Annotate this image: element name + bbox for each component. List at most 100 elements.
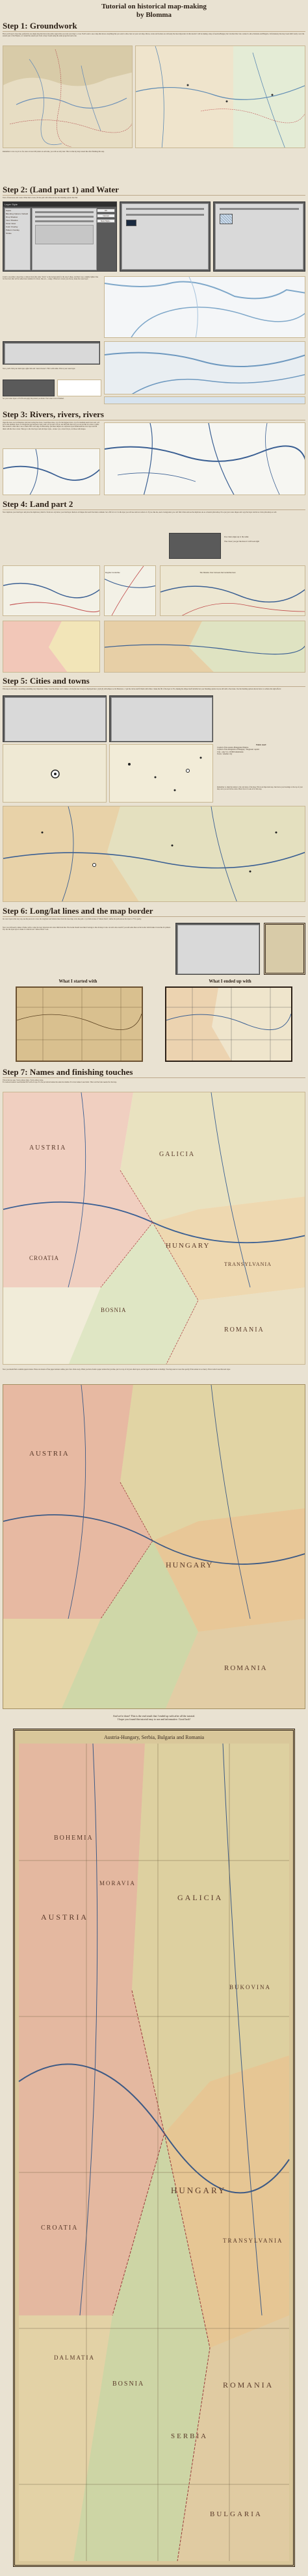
step-4-map-e (104, 621, 305, 673)
textured-map: AUSTRIA HUNGARY ROMANIA (3, 1384, 305, 1709)
step-2-water-map-2 (104, 341, 305, 394)
textured-label-austria: AUSTRIA (29, 1450, 70, 1458)
step-3-river-detail (3, 448, 100, 495)
step-2-finished-water (104, 396, 305, 404)
step-1-section: Step 1: Groundwork First you'll need a b… (3, 21, 305, 37)
step-1-text-2: Remember to not crop it too far, leave a… (3, 151, 105, 153)
step-7-heading: Step 7: Names and finishing touches (3, 1067, 305, 1078)
final-label-bosnia: BOSNIA (112, 2380, 145, 2388)
step-2-text-2: I tend to use either a deep blue or almo… (3, 276, 99, 281)
layers-panel-3 (169, 533, 221, 559)
dialog-title: Layer Style (3, 202, 116, 207)
final-label-bohemia: BOHEMIA (54, 1835, 94, 1842)
cancel-button[interactable]: Cancel (97, 214, 115, 218)
layer-style-dialog-6 (175, 923, 260, 975)
layer-style-dialog-5 (109, 695, 213, 742)
final-label-transylvania: TRANSYLVANIA (223, 2237, 283, 2244)
step-1-heading: Step 1: Groundwork (3, 21, 305, 32)
step-2-text-4: Set your water layer to 0% fill and appl… (3, 398, 64, 400)
dialog-6-panel (177, 925, 259, 974)
layers-panel-1 (3, 341, 100, 365)
label-galicia: GALICIA (159, 1151, 196, 1158)
label-austria: AUSTRIA (29, 1144, 67, 1152)
step-2-heading: Step 2: (Land part 1) and Water (3, 185, 305, 196)
final-label-bulgaria: BULGARIA (210, 2510, 263, 2518)
step-6-text: In a new layer at the very top, use the … (3, 918, 142, 920)
layer-style-dialog-3 (213, 201, 305, 272)
layers-panel-2 (3, 380, 55, 396)
final-label-romania: ROMANIA (223, 2380, 274, 2389)
step-2-water-map-1 (104, 276, 305, 338)
title-line-1: Tutorial on historical map-making (101, 3, 207, 10)
final-label-serbia: SERBIA (171, 2432, 209, 2440)
step-2-text: Turn off land areas and create. When tha… (3, 197, 78, 199)
step-4-section: Step 4: Land part 2 Now duplicate your l… (3, 499, 305, 513)
step-4-heading: Step 4: Land part 2 (3, 499, 305, 510)
final-label-galicia: GALICIA (177, 1893, 224, 1902)
final-label-bukovina: BUKOVINA (229, 1984, 271, 1990)
label-hungary: HUNGARY (166, 1242, 211, 1250)
danube-border-label: The Danube river between the borderline … (199, 571, 236, 574)
page-title: Tutorial on historical map-making by Blo… (0, 3, 308, 19)
frame-corner-preview (264, 923, 305, 975)
blend-if-box (35, 225, 94, 244)
dialog-3-panel (215, 203, 303, 270)
dialog-5-panel (111, 697, 212, 741)
stroke-size-slider[interactable] (126, 208, 204, 210)
styles-list: Styles Blending Options: Default Drop Sh… (5, 208, 31, 270)
step-1-text: First you'll need a base map, preferably… (3, 33, 305, 38)
pattern-swatch[interactable] (220, 214, 233, 224)
new-map-frame (165, 986, 292, 1062)
new-style-button[interactable]: New Style... (97, 219, 115, 223)
step-5-city-map (3, 806, 305, 902)
final-label-austria: AUSTRIA (41, 1913, 89, 1922)
legend-town: Town / smaller city (217, 753, 233, 756)
dialog-2-panel (122, 203, 209, 270)
step-1-extended-map (135, 45, 305, 148)
final-label-moravia: MORAVIA (99, 1880, 136, 1887)
final-label-hungary: HUNGARY (171, 2185, 227, 2195)
fill-slider[interactable] (35, 216, 94, 218)
city-dots-preview (109, 744, 213, 803)
layer-style-dialog-2 (120, 201, 211, 272)
step-2-section: Step 2: (Land part 1) and Water Turn off… (3, 185, 305, 199)
pattern-scale-slider[interactable] (220, 208, 299, 210)
label-transylvania: TRANSYLVANIA (224, 1261, 272, 1267)
step-4-note-2: The closer you get the more it will look… (224, 540, 259, 543)
stroke-color-swatch[interactable] (126, 220, 136, 226)
step-3-text: Open the lasso tool in Illustrator and s… (3, 422, 100, 430)
step-4-text: Now duplicate your land layer and place … (3, 511, 277, 513)
stroke-position-select[interactable] (126, 214, 204, 216)
final-label-croatia: CROATIA (41, 2224, 79, 2232)
regular-borderline-label: Regular borderline (105, 571, 120, 574)
step-3-rivers-map (104, 422, 305, 495)
step-4-map-d (3, 621, 100, 673)
step-5-text: This step is obviously concerning someth… (3, 688, 281, 690)
caption-ended-up-with: What I ended up with (209, 979, 251, 984)
white-fill-preview (57, 380, 101, 396)
step-5-section: Step 5: Cities and towns This step is ob… (3, 676, 305, 690)
caption-started-with: What I started with (58, 979, 97, 984)
step-4-map-a (3, 565, 100, 616)
step-2-text-3: Now, you'll click your land layer, right… (3, 368, 76, 370)
city-legend: Points used: Capital of the Austro-Hunga… (217, 743, 305, 782)
step-7-text-3: Now you should find a suitable paper tex… (3, 1369, 231, 1371)
step-5-heading: Step 5: Cities and towns (3, 676, 305, 687)
label-bosnia: BOSNIA (101, 1307, 127, 1313)
step-6-section: Step 6: Long/lat lines and the map borde… (3, 906, 305, 920)
blend-slider[interactable] (35, 220, 94, 222)
opacity-slider[interactable] (35, 211, 94, 213)
step-7-text-2: For national names I used Radiant MT wit… (3, 1081, 117, 1084)
city-symbols-preview (3, 744, 107, 803)
textured-label-romania: ROMANIA (224, 1664, 268, 1672)
old-map-reference (16, 986, 143, 1062)
title-line-2: by Blomma (136, 11, 172, 19)
step-6-heading: Step 6: Long/lat lines and the map borde… (3, 906, 305, 917)
final-map: Austria-Hungary, Serbia, Bulgaria and Ro… (13, 1729, 295, 2567)
textured-label-hungary: HUNGARY (166, 1560, 214, 1569)
dialog-settings-panel (32, 208, 97, 270)
stroke-item[interactable]: Stroke (6, 232, 29, 235)
layer-style-dialog-4 (3, 695, 107, 742)
layer-style-dialog-1: Layer Style Styles Blending Options: Def… (3, 201, 117, 272)
ok-button[interactable]: OK (97, 209, 115, 213)
